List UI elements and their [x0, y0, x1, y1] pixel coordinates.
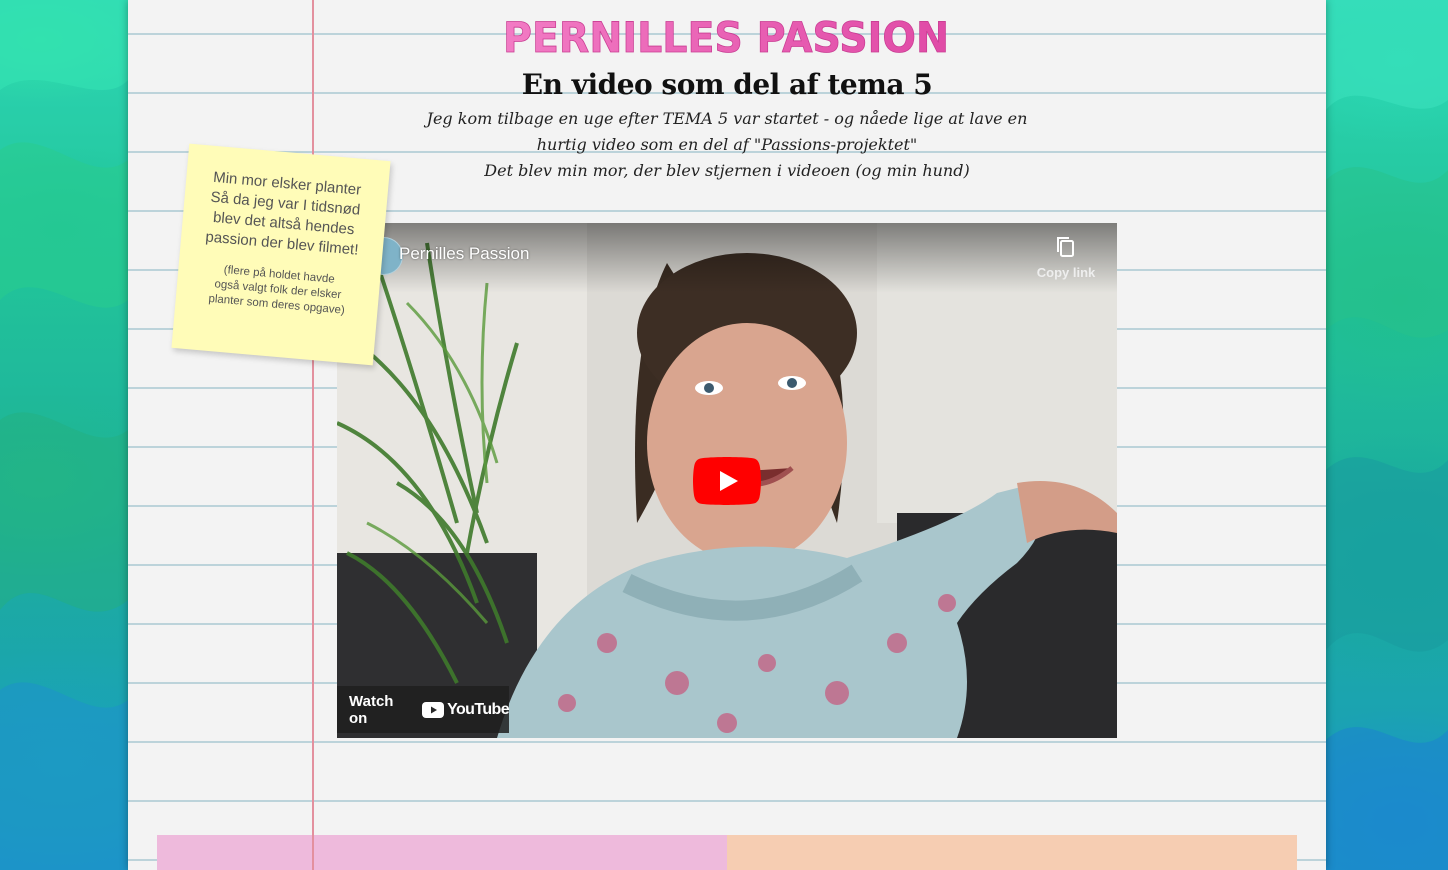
youtube-logo-icon: YouTube [422, 700, 510, 719]
watch-on-youtube-button[interactable]: Watch on YouTube [337, 686, 510, 733]
logo-text: PERNILLES PASSION [503, 13, 949, 62]
youtube-label: YouTube [447, 700, 509, 718]
sticky-note: Min mor elsker planter Så da jeg var I t… [171, 143, 391, 366]
peach-content-block [727, 835, 1297, 870]
intro-line: Jeg kom tilbage en uge efter TEMA 5 var … [426, 109, 1028, 128]
youtube-video-player[interactable]: Pernilles Passion Copy link Watch on You… [337, 223, 1117, 738]
copy-link-button[interactable]: Copy link [1031, 235, 1101, 280]
copy-link-label: Copy link [1036, 265, 1096, 280]
copy-icon [1057, 237, 1074, 257]
play-icon[interactable] [693, 457, 761, 505]
margin-line [312, 0, 314, 870]
page-title: En video som del af tema 5 [521, 68, 933, 101]
video-title[interactable]: Pernilles Passion [399, 244, 529, 264]
pink-content-block [157, 835, 727, 870]
site-logo[interactable]: PERNILLES PASSION [500, 10, 952, 62]
watch-on-label: Watch on [349, 692, 394, 727]
